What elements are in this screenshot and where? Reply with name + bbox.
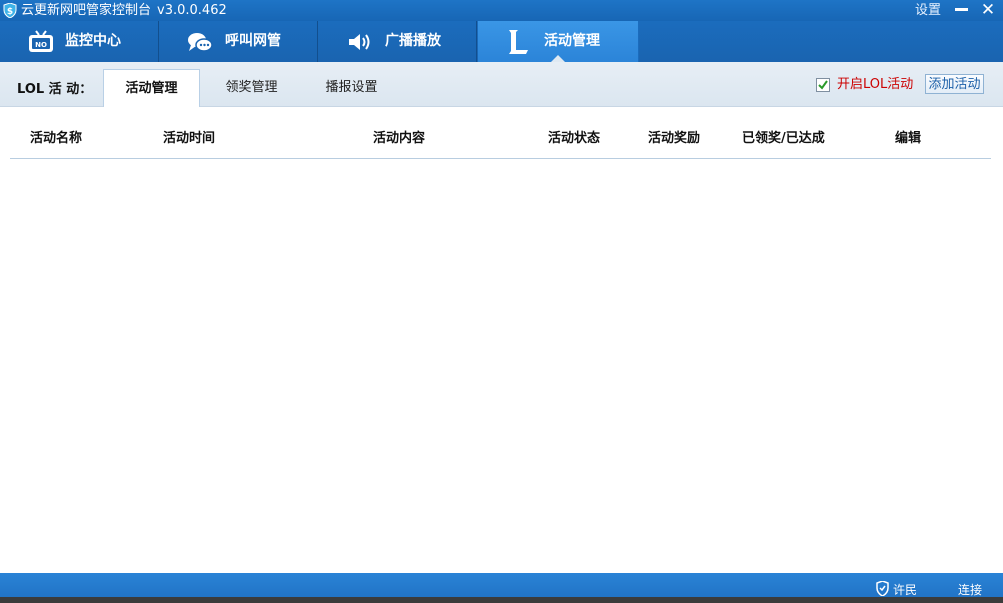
minimize-button[interactable] — [955, 8, 968, 11]
column-header-status[interactable]: 活动状态 — [548, 127, 600, 146]
window-title: 云更新网吧管家控制台 v3.0.0.462 — [21, 2, 227, 19]
nav-tab-call[interactable]: 呼叫网管 — [159, 21, 318, 62]
settings-link[interactable]: 设置 — [915, 2, 941, 19]
nav-tab-monitor[interactable]: NO 监控中心 — [0, 21, 159, 62]
add-activity-button[interactable]: 添加活动 — [925, 74, 984, 94]
section-prefix-label: LOL 活 动： — [17, 82, 93, 97]
status-text-connection: 连接 — [958, 583, 983, 597]
table-body — [10, 159, 991, 569]
column-header-time[interactable]: 活动时间 — [163, 127, 215, 146]
nav-tab-label: 活动管理 — [544, 33, 600, 49]
svg-text:NO: NO — [35, 41, 47, 49]
status-text-user: 许民 — [893, 583, 918, 597]
close-button[interactable]: ✕ — [978, 1, 998, 20]
app-name: 云更新网吧管家控制台 — [21, 3, 152, 18]
column-header-name[interactable]: 活动名称 — [30, 127, 82, 146]
active-tab-pointer — [551, 55, 565, 62]
checkmark-icon — [818, 80, 828, 90]
nav-tab-label: 监控中心 — [65, 33, 121, 49]
nav-tab-label: 呼叫网管 — [225, 33, 281, 49]
speaker-icon — [349, 34, 370, 50]
chat-bubble-icon — [188, 33, 213, 52]
app-window: $ 云更新网吧管家控制台 v3.0.0.462 设置 ✕ NO 监控中心 呼叫网… — [0, 0, 1003, 603]
lol-logo-icon — [509, 30, 528, 54]
subtab-broadcast-settings[interactable]: 播报设置 — [303, 69, 400, 106]
tv-monitor-icon: NO — [29, 30, 53, 52]
column-header-reward[interactable]: 活动奖励 — [648, 127, 700, 146]
enable-checkbox[interactable] — [816, 78, 830, 92]
title-bar[interactable]: $ 云更新网吧管家控制台 v3.0.0.462 设置 ✕ — [0, 0, 1003, 21]
shield-logo-icon: $ — [3, 3, 17, 18]
column-header-edit[interactable]: 编辑 — [895, 127, 921, 146]
sub-tab-bar: LOL 活 动： 活动管理 领奖管理 播报设置 开启LOL活动 添加活动 — [0, 62, 1003, 107]
enable-label: 开启LOL活动 — [837, 77, 914, 92]
column-header-content[interactable]: 活动内容 — [373, 127, 425, 146]
taskbar-strip — [0, 597, 1003, 603]
nav-tab-label: 广播播放 — [385, 33, 441, 49]
nav-tab-broadcast[interactable]: 广播播放 — [318, 21, 477, 62]
subtab-reward-manage[interactable]: 领奖管理 — [203, 69, 300, 106]
app-version: v3.0.0.462 — [157, 3, 227, 18]
subtab-activity-manage[interactable]: 活动管理 — [103, 69, 200, 107]
table-header: 活动名称 活动时间 活动内容 活动状态 活动奖励 已领奖/已达成 编辑 — [10, 118, 991, 159]
svg-text:$: $ — [7, 7, 13, 17]
main-nav: NO 监控中心 呼叫网管 广播播放 活动管理 — [0, 21, 1003, 62]
column-header-claimed-achieved[interactable]: 已领奖/已达成 — [742, 127, 825, 146]
shield-icon — [876, 581, 889, 596]
